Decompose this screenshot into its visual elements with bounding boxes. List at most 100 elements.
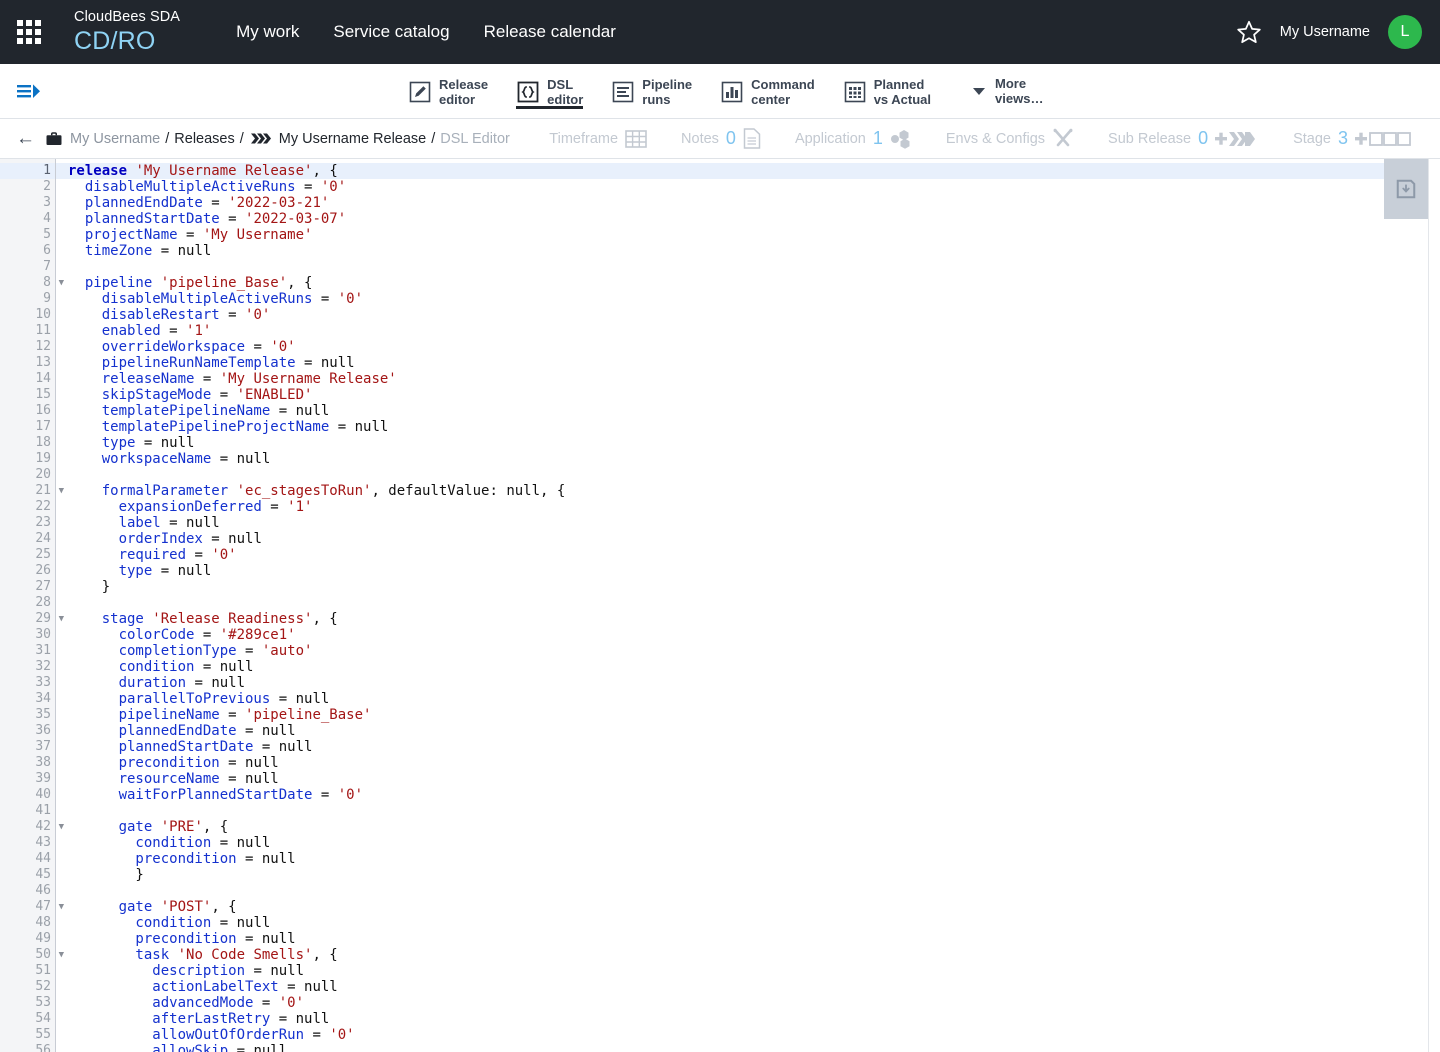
- line-number[interactable]: 31: [0, 643, 55, 659]
- line-number[interactable]: 29 ▼: [0, 611, 64, 627]
- more-views-dropdown[interactable]: More views…: [973, 76, 1043, 107]
- code-line[interactable]: [68, 259, 1440, 275]
- nav-link-service-catalog[interactable]: Service catalog: [333, 22, 449, 42]
- tab-pipeline-runs[interactable]: Pipeline runs: [611, 64, 692, 118]
- stat-notes[interactable]: Notes 0: [664, 128, 778, 149]
- code-line[interactable]: resourceName = null: [68, 771, 1440, 787]
- line-number[interactable]: 51: [0, 963, 55, 979]
- line-number[interactable]: 3: [0, 195, 55, 211]
- code-line[interactable]: pipelineName = 'pipeline_Base': [68, 707, 1440, 723]
- stat-sub-release[interactable]: Sub Release 0: [1091, 128, 1276, 149]
- code-line[interactable]: precondition = null: [68, 931, 1440, 947]
- code-line[interactable]: disableMultipleActiveRuns = '0': [68, 179, 1440, 195]
- line-number[interactable]: 19: [0, 451, 55, 467]
- line-number[interactable]: 39: [0, 771, 55, 787]
- code-line[interactable]: plannedEndDate = '2022-03-21': [68, 195, 1440, 211]
- code-line[interactable]: advancedMode = '0': [68, 995, 1440, 1011]
- code-line[interactable]: required = '0': [68, 547, 1440, 563]
- line-number[interactable]: 13: [0, 355, 55, 371]
- stat-timeframe[interactable]: Timeframe: [532, 129, 664, 149]
- code-line[interactable]: gate 'PRE', {: [68, 819, 1440, 835]
- code-line[interactable]: plannedStartDate = null: [68, 739, 1440, 755]
- line-number[interactable]: 56: [0, 1043, 55, 1052]
- star-icon[interactable]: [1236, 19, 1262, 45]
- code-line[interactable]: overrideWorkspace = '0': [68, 339, 1440, 355]
- line-number[interactable]: 49: [0, 931, 55, 947]
- editor-code-area[interactable]: release 'My Username Release', { disable…: [56, 159, 1440, 1052]
- code-line[interactable]: expansionDeferred = '1': [68, 499, 1440, 515]
- code-line[interactable]: releaseName = 'My Username Release': [68, 371, 1440, 387]
- line-number[interactable]: 48: [0, 915, 55, 931]
- line-number[interactable]: 14: [0, 371, 55, 387]
- stat-envs-configs[interactable]: Envs & Configs: [929, 128, 1091, 149]
- line-number[interactable]: 12: [0, 339, 55, 355]
- tab-command-center[interactable]: Command center: [720, 64, 815, 118]
- line-number[interactable]: 41: [0, 803, 55, 819]
- code-line[interactable]: timeZone = null: [68, 243, 1440, 259]
- line-number[interactable]: 22: [0, 499, 55, 515]
- code-line[interactable]: gate 'POST', {: [68, 899, 1440, 915]
- code-line[interactable]: [68, 803, 1440, 819]
- avatar[interactable]: L: [1388, 15, 1422, 49]
- line-number[interactable]: 24: [0, 531, 55, 547]
- line-number[interactable]: 37: [0, 739, 55, 755]
- line-number[interactable]: 53: [0, 995, 55, 1011]
- code-line[interactable]: projectName = 'My Username': [68, 227, 1440, 243]
- expand-sidebar-icon[interactable]: [0, 64, 60, 118]
- brand-logo[interactable]: CloudBees SDA CD/RO: [74, 10, 180, 55]
- code-line[interactable]: allowOutOfOrderRun = '0': [68, 1027, 1440, 1043]
- line-number[interactable]: 11: [0, 323, 55, 339]
- code-line[interactable]: parallelToPrevious = null: [68, 691, 1440, 707]
- code-line[interactable]: [68, 883, 1440, 899]
- code-line[interactable]: templatePipelineName = null: [68, 403, 1440, 419]
- line-number[interactable]: 7: [0, 259, 55, 275]
- tab-dsl-editor[interactable]: DSL editor: [516, 64, 584, 118]
- breadcrumb-project[interactable]: My Username: [70, 131, 160, 147]
- line-number[interactable]: 15: [0, 387, 55, 403]
- line-number[interactable]: 25: [0, 547, 55, 563]
- apps-grid-icon[interactable]: [14, 17, 44, 47]
- line-number[interactable]: 28: [0, 595, 55, 611]
- line-number[interactable]: 33: [0, 675, 55, 691]
- nav-link-release-calendar[interactable]: Release calendar: [484, 22, 616, 42]
- line-number[interactable]: 16: [0, 403, 55, 419]
- code-line[interactable]: [68, 595, 1440, 611]
- code-line[interactable]: pipeline 'pipeline_Base', {: [68, 275, 1440, 291]
- code-line[interactable]: pipelineRunNameTemplate = null: [68, 355, 1440, 371]
- line-number[interactable]: 45: [0, 867, 55, 883]
- code-line[interactable]: condition = null: [68, 835, 1440, 851]
- code-line[interactable]: description = null: [68, 963, 1440, 979]
- code-line[interactable]: waitForPlannedStartDate = '0': [68, 787, 1440, 803]
- code-line[interactable]: }: [68, 579, 1440, 595]
- line-number[interactable]: 44: [0, 851, 55, 867]
- code-line[interactable]: duration = null: [68, 675, 1440, 691]
- editor-vertical-scrollbar[interactable]: [1428, 159, 1440, 1052]
- code-line[interactable]: disableMultipleActiveRuns = '0': [68, 291, 1440, 307]
- line-number[interactable]: 55: [0, 1027, 55, 1043]
- line-number[interactable]: 38: [0, 755, 55, 771]
- code-line[interactable]: enabled = '1': [68, 323, 1440, 339]
- code-line[interactable]: afterLastRetry = null: [68, 1011, 1440, 1027]
- line-number[interactable]: 23: [0, 515, 55, 531]
- line-number[interactable]: 20: [0, 467, 55, 483]
- line-number[interactable]: 26: [0, 563, 55, 579]
- line-number[interactable]: 36: [0, 723, 55, 739]
- code-line[interactable]: release 'My Username Release', {: [56, 163, 1440, 179]
- line-number[interactable]: 1▼: [0, 163, 64, 179]
- code-line[interactable]: colorCode = '#289ce1': [68, 627, 1440, 643]
- line-number[interactable]: 9: [0, 291, 55, 307]
- code-line[interactable]: label = null: [68, 515, 1440, 531]
- line-number[interactable]: 4: [0, 211, 55, 227]
- code-line[interactable]: condition = null: [68, 915, 1440, 931]
- line-number[interactable]: 47 ▼: [0, 899, 64, 915]
- line-number[interactable]: 17: [0, 419, 55, 435]
- code-line[interactable]: precondition = null: [68, 851, 1440, 867]
- code-line[interactable]: type = null: [68, 435, 1440, 451]
- breadcrumb-release-name[interactable]: My Username Release: [279, 131, 426, 147]
- save-disk-icon[interactable]: [1395, 178, 1417, 200]
- username-label[interactable]: My Username: [1280, 24, 1370, 40]
- tab-planned-vs-actual[interactable]: Planned vs Actual: [843, 64, 931, 118]
- code-line[interactable]: plannedEndDate = null: [68, 723, 1440, 739]
- code-line[interactable]: precondition = null: [68, 755, 1440, 771]
- line-number[interactable]: 8 ▼: [0, 275, 64, 291]
